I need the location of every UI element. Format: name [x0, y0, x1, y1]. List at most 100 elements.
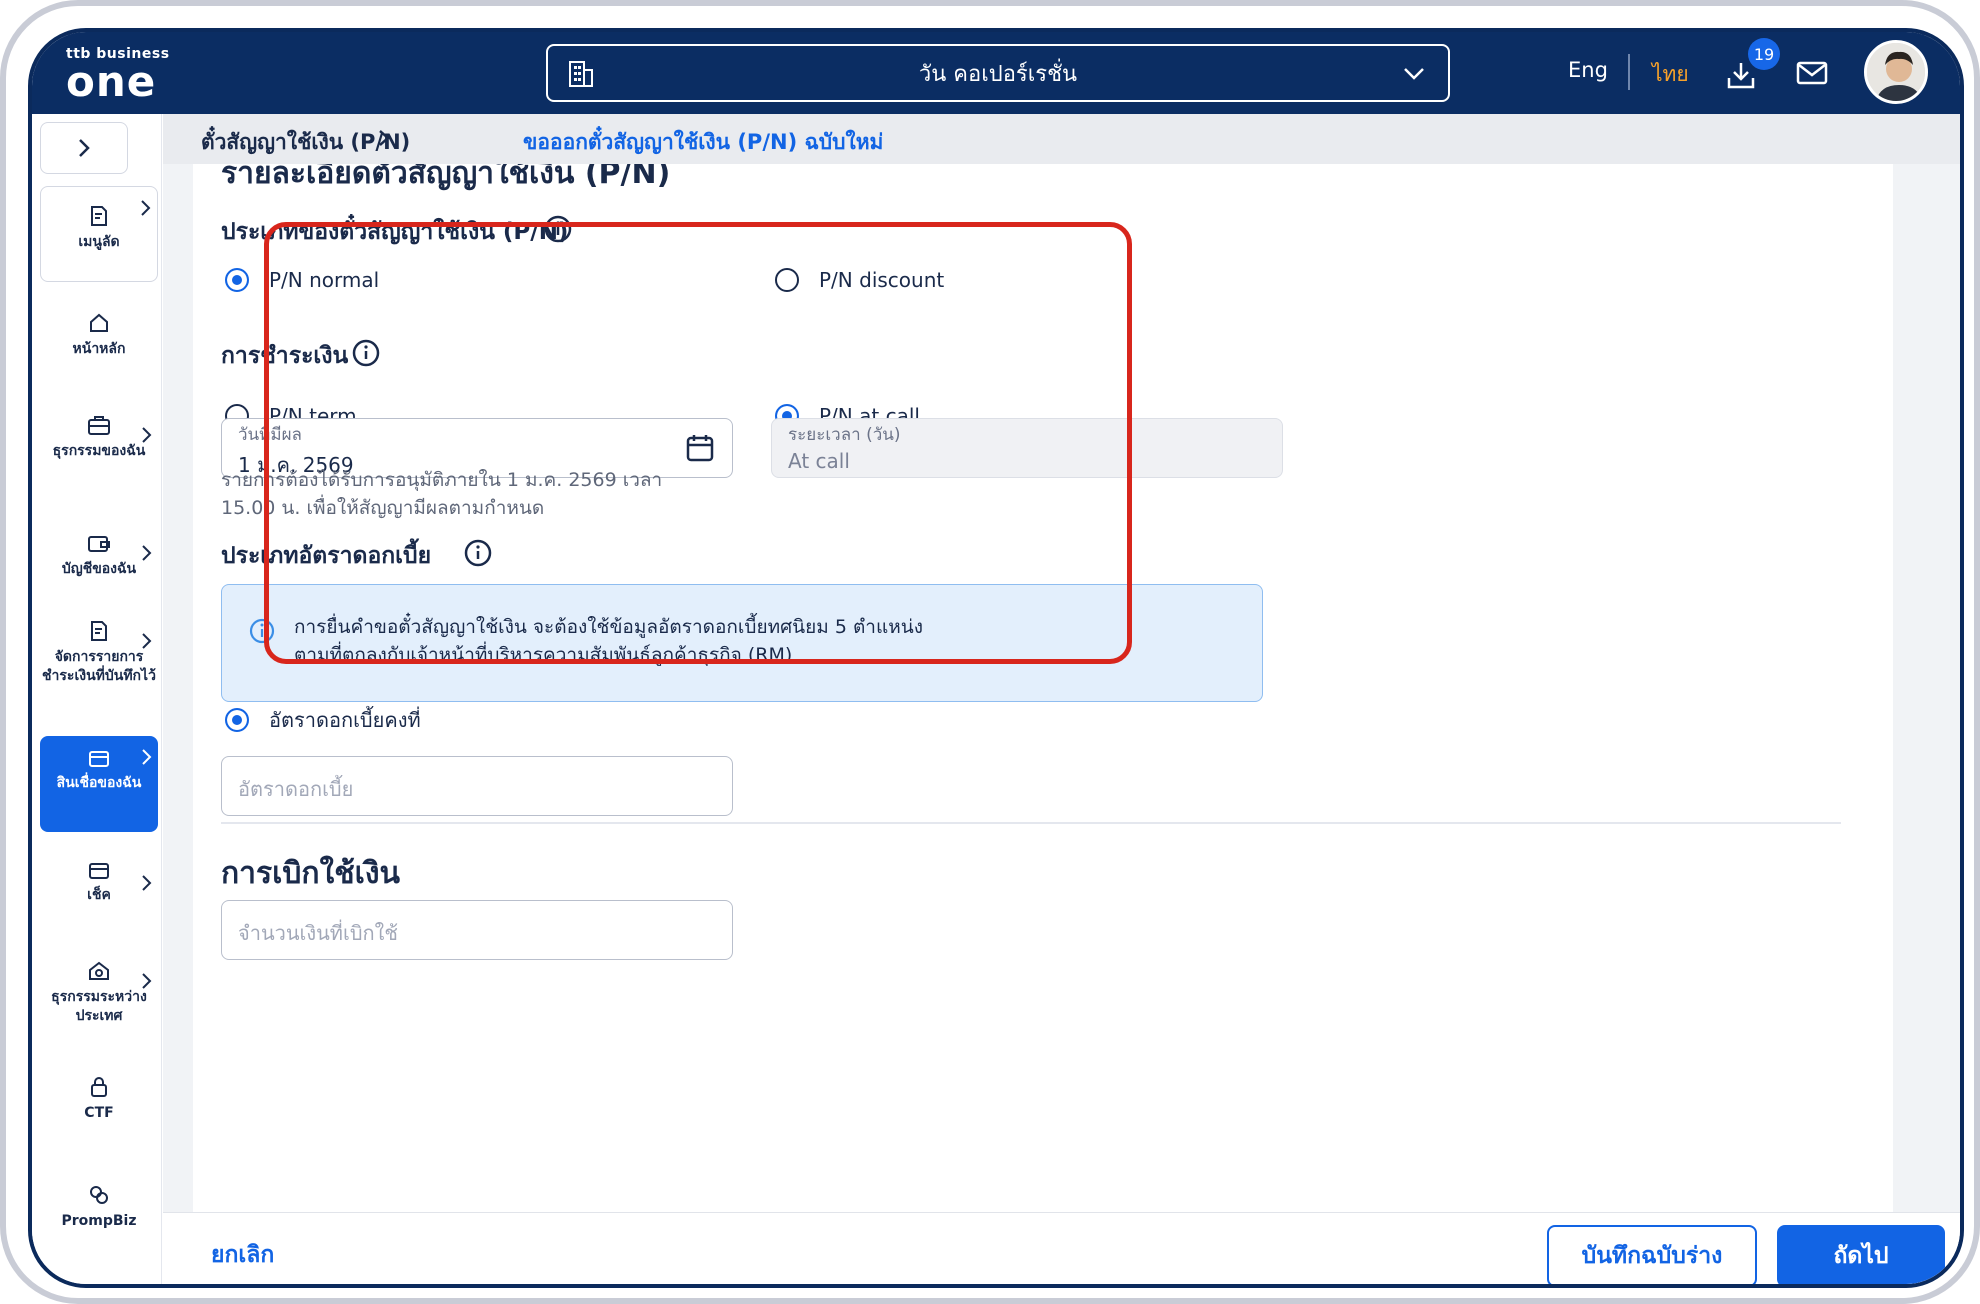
notice-text: การยื่นคำขอตั๋วสัญญาใช้เงิน จะต้องใช้ข้อ… — [294, 613, 923, 669]
main-content: รายละเอียดตั๋วสัญญาใช้เงิน (P/N) ประเภทข… — [163, 164, 1960, 1212]
sidebar-item-label: ธุรกรรมของฉัน — [52, 443, 146, 459]
interest-type-heading: ประเภทอัตราดอกเบี้ย — [221, 543, 432, 569]
mail-icon[interactable] — [1796, 60, 1828, 86]
radio-selected-icon — [225, 708, 249, 732]
top-bar: ttb business one วัน คอเปอร์เรชั่น Eng ไ… — [32, 32, 1960, 114]
section-divider — [221, 822, 1841, 824]
radio-selected-icon — [225, 268, 249, 292]
sidebar-item-saved-payments[interactable]: จัดการรายการชำระเงินที่บันทึกไว้ — [40, 620, 158, 730]
prompbiz-icon — [90, 1186, 108, 1204]
chevron-right-icon — [141, 200, 151, 216]
lang-thai-toggle[interactable]: ไทย — [1652, 58, 1689, 91]
cheque-icon — [89, 863, 109, 879]
notice-line: การยื่นคำขอตั๋วสัญญาใช้เงิน จะต้องใช้ข้อ… — [294, 616, 924, 638]
loan-card-icon — [89, 751, 109, 767]
sidebar-item-accounts[interactable]: บัญชีของฉัน — [40, 532, 158, 602]
pn-type-heading: ประเภทของตั๋วสัญญาใช้เงิน (P/N) — [221, 219, 569, 245]
company-selector[interactable]: วัน คอเปอร์เรชั่น — [546, 44, 1450, 102]
lock-icon — [91, 1077, 107, 1097]
sidebar-expand-button[interactable] — [40, 122, 128, 174]
building-icon — [569, 61, 593, 87]
chevron-right-icon — [142, 427, 152, 443]
field-value: At call — [788, 449, 850, 473]
lang-eng-toggle[interactable]: Eng — [1568, 58, 1608, 82]
cancel-button[interactable]: ยกเลิก — [211, 1237, 274, 1273]
app-screen: ttb business one วัน คอเปอร์เรชั่น Eng ไ… — [28, 28, 1964, 1288]
notice-line: ตามที่ตกลงกับเจ้าหน้าที่บริหารความสัมพัน… — [294, 644, 793, 666]
radio-pn-discount[interactable]: P/N discount — [775, 268, 944, 292]
chevron-right-icon — [142, 875, 152, 891]
download-count-badge: 19 — [1748, 38, 1780, 70]
breadcrumb: ตั๋วสัญญาใช้เงิน (P/N) ขอออกตั๋วสัญญาใช้… — [163, 114, 1960, 164]
briefcase-icon — [88, 416, 110, 435]
duration-field: ระยะเวลา (วัน) At call — [771, 418, 1283, 478]
helper-line: รายการต้องได้รับการอนุมัติภายใน 1 ม.ค. 2… — [221, 469, 663, 491]
sidebar-item-international[interactable]: ธุรกรรมระหว่างประเทศ — [40, 960, 158, 1044]
chevron-right-icon — [142, 973, 152, 989]
company-name: วัน คอเปอร์เรชั่น — [918, 61, 1078, 87]
sidebar: เมนูลัด หน้าหลัก ธุรกรรมของฉัน บัญชีของฉ… — [32, 114, 162, 1284]
chevron-right-icon — [79, 139, 90, 157]
radio-label: P/N discount — [819, 268, 945, 292]
field-label: ระยะเวลา (วัน) — [788, 425, 901, 445]
effective-date-helper: รายการต้องได้รับการอนุมัติภายใน 1 ม.ค. 2… — [221, 466, 662, 522]
input-placeholder: จำนวนเงินที่เบิกใช้ — [238, 921, 398, 945]
sidebar-item-shortcut[interactable]: เมนูลัด — [40, 186, 158, 282]
sidebar-item-label: จัดการรายการชำระเงินที่บันทึกไว้ — [42, 649, 156, 684]
sidebar-item-label: CTF — [84, 1105, 114, 1121]
payment-heading: การชำระเงิน — [221, 343, 349, 369]
drawdown-amount-input[interactable]: จำนวนเงินที่เบิกใช้ — [221, 900, 733, 960]
chevron-right-icon — [142, 545, 152, 561]
section-title: รายละเอียดตั๋วสัญญาใช้เงิน (P/N) — [221, 164, 671, 191]
drawdown-heading: การเบิกใช้เงิน — [221, 856, 401, 891]
interest-notice: การยื่นคำขอตั๋วสัญญาใช้เงิน จะต้องใช้ข้อ… — [221, 584, 1263, 702]
sidebar-item-home[interactable]: หน้าหลัก — [40, 312, 158, 382]
logo-big-text: one — [66, 57, 157, 106]
sidebar-item-transactions[interactable]: ธุรกรรมของฉัน — [40, 414, 158, 498]
sidebar-item-loans[interactable]: สินเชื่อของฉัน — [40, 736, 158, 832]
radio-label: อัตราดอกเบี้ยคงที่ — [269, 708, 421, 732]
save-draft-button[interactable]: บันทึกฉบับร่าง — [1547, 1225, 1757, 1284]
device-frame: ttb business one วัน คอเปอร์เรชั่น Eng ไ… — [0, 0, 1980, 1304]
breadcrumb-item-current: ขอออกตั๋วสัญญาใช้เงิน (P/N) ฉบับใหม่ — [523, 130, 884, 154]
sidebar-item-label: เช็ค — [87, 887, 111, 903]
info-icon[interactable] — [351, 338, 381, 368]
sidebar-item-label: สินเชื่อของฉัน — [56, 775, 142, 791]
favorite-menu-icon — [91, 206, 107, 226]
document-edit-icon — [91, 621, 107, 641]
calendar-icon[interactable] — [686, 433, 714, 463]
input-placeholder: อัตราดอกเบี้ย — [238, 777, 354, 801]
chevron-right-icon — [142, 633, 152, 649]
field-label: วันที่มีผล — [238, 425, 302, 445]
form-card: รายละเอียดตั๋วสัญญาใช้เงิน (P/N) ประเภทข… — [193, 164, 1893, 1212]
info-icon[interactable] — [543, 214, 573, 244]
sidebar-item-label: PrompBiz — [61, 1213, 137, 1229]
wallet-icon — [88, 536, 110, 552]
avatar-icon — [1867, 43, 1925, 101]
footer-bar: ยกเลิก บันทึกฉบับร่าง ถัดไป — [163, 1212, 1960, 1284]
radio-unselected-icon — [775, 268, 799, 292]
next-button[interactable]: ถัดไป — [1777, 1225, 1945, 1284]
chevron-right-icon — [379, 130, 390, 146]
sidebar-item-prompbiz[interactable]: PrompBiz — [40, 1184, 158, 1254]
home-icon — [90, 313, 108, 332]
international-icon — [89, 961, 109, 980]
sidebar-item-label: เมนูลัด — [78, 234, 120, 250]
brand-logo[interactable]: ttb business one — [66, 46, 170, 106]
lang-separator — [1628, 54, 1630, 90]
info-icon[interactable] — [463, 538, 493, 568]
sidebar-item-label: หน้าหลัก — [72, 341, 126, 357]
sidebar-item-label: บัญชีของฉัน — [61, 561, 137, 577]
interest-rate-input[interactable]: อัตราดอกเบี้ย — [221, 756, 733, 816]
chevron-right-icon — [142, 749, 152, 765]
radio-label: P/N normal — [269, 268, 380, 292]
radio-pn-normal[interactable]: P/N normal — [225, 268, 379, 292]
chevron-down-icon — [1404, 68, 1424, 80]
radio-fixed-rate[interactable]: อัตราดอกเบี้ยคงที่ — [225, 704, 421, 736]
sidebar-item-cheque[interactable]: เช็ค — [40, 862, 158, 932]
info-icon — [249, 618, 275, 644]
sidebar-item-ctf[interactable]: CTF — [40, 1076, 158, 1146]
sidebar-item-label: ธุรกรรมระหว่างประเทศ — [51, 989, 147, 1024]
helper-line: 15.00 น. เพื่อให้สัญญามีผลตามกำหนด — [221, 497, 545, 519]
user-avatar[interactable] — [1864, 40, 1928, 104]
